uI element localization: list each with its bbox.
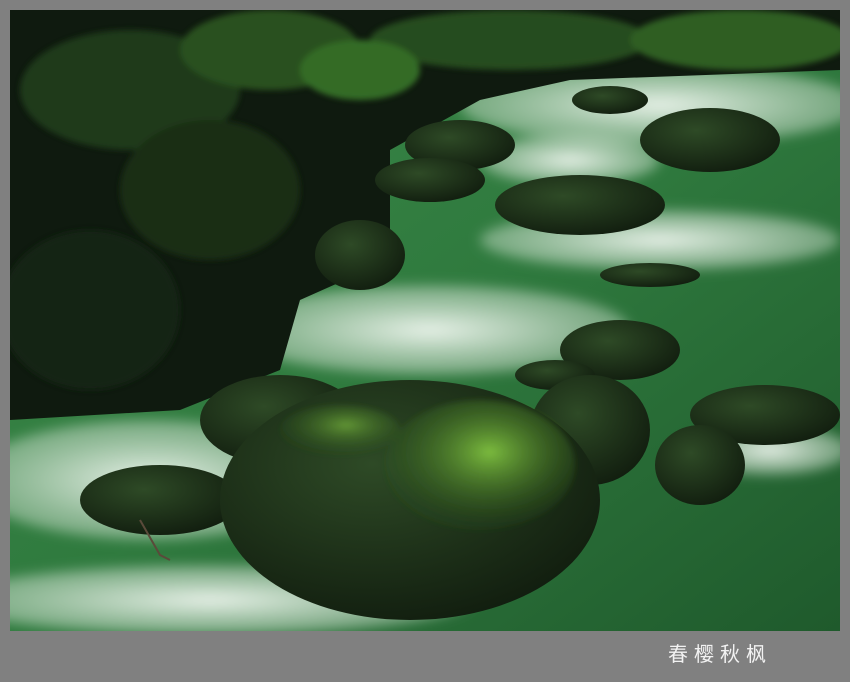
photographer-signature: 春樱秋枫: [668, 642, 772, 666]
stream-photo: [10, 10, 840, 631]
